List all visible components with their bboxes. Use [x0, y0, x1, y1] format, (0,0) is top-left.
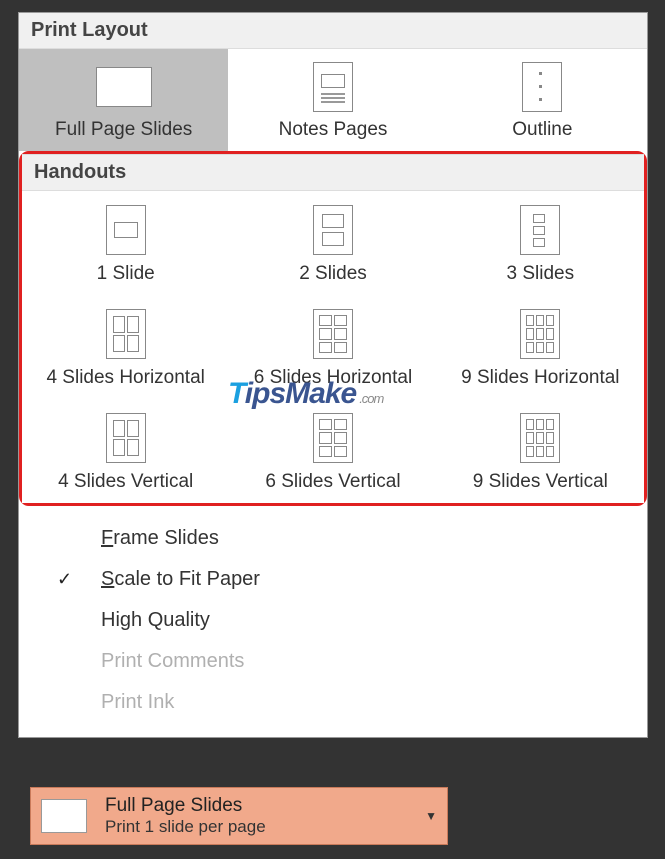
dropdown-subtitle: Print 1 slide per page — [105, 817, 417, 837]
option-scale-to-fit[interactable]: ✓ Scale to Fit Paper — [19, 559, 647, 600]
layout-dropdown[interactable]: Full Page Slides Print 1 slide per page … — [30, 787, 448, 845]
handout-4-horizontal[interactable]: 4 Slides Horizontal — [22, 295, 229, 399]
handout-6-horizontal[interactable]: 6 Slides Horizontal — [229, 295, 436, 399]
handout-label: 6 Slides Horizontal — [233, 367, 432, 389]
option-label: Scale to Fit Paper — [59, 568, 260, 591]
handout-2-slides[interactable]: 2 Slides — [229, 191, 436, 295]
option-label: High Quality — [59, 609, 210, 632]
option-frame-slides[interactable]: Frame Slides — [19, 518, 647, 559]
layout-label: Outline — [442, 119, 643, 141]
handout-3-slides[interactable]: 3 Slides — [437, 191, 644, 295]
option-print-ink: Print Ink — [19, 682, 647, 723]
options-list: Frame Slides ✓ Scale to Fit Paper High Q… — [19, 506, 647, 737]
print-layout-panel: Print Layout Full Page Slides Notes Page… — [18, 12, 648, 738]
full-page-slides-icon — [23, 63, 224, 111]
option-label: Frame Slides — [59, 527, 219, 550]
notes-pages-icon — [232, 63, 433, 111]
handout-label: 9 Slides Vertical — [441, 471, 640, 493]
handout-label: 3 Slides — [441, 263, 640, 285]
handout-9h-icon — [441, 309, 640, 359]
option-label: Print Ink — [59, 691, 174, 714]
handouts-header: Handouts — [22, 154, 644, 191]
layout-label: Notes Pages — [232, 119, 433, 141]
handout-label: 1 Slide — [26, 263, 225, 285]
print-layout-header: Print Layout — [19, 13, 647, 49]
handout-label: 4 Slides Horizontal — [26, 367, 225, 389]
handout-4v-icon — [26, 413, 225, 463]
handouts-section: Handouts 1 Slide 2 Slides — [19, 151, 647, 506]
dropdown-text: Full Page Slides Print 1 slide per page — [105, 795, 417, 836]
handout-4h-icon — [26, 309, 225, 359]
chevron-down-icon: ▼ — [425, 809, 437, 823]
handout-6-vertical[interactable]: 6 Slides Vertical — [229, 399, 436, 503]
handout-9v-icon — [441, 413, 640, 463]
handout-1-slide[interactable]: 1 Slide — [22, 191, 229, 295]
outline-icon — [442, 63, 643, 111]
dropdown-thumbnail-icon — [41, 799, 87, 833]
handout-3-slides-icon — [441, 205, 640, 255]
handout-label: 2 Slides — [233, 263, 432, 285]
handout-6h-icon — [233, 309, 432, 359]
handout-label: 4 Slides Vertical — [26, 471, 225, 493]
layout-full-page-slides[interactable]: Full Page Slides — [19, 49, 228, 151]
handout-9-horizontal[interactable]: 9 Slides Horizontal — [437, 295, 644, 399]
handout-1-slide-icon — [26, 205, 225, 255]
handout-2-slides-icon — [233, 205, 432, 255]
handout-6v-icon — [233, 413, 432, 463]
option-high-quality[interactable]: High Quality — [19, 600, 647, 641]
layout-label: Full Page Slides — [23, 119, 224, 141]
dropdown-title: Full Page Slides — [105, 795, 417, 817]
option-label: Print Comments — [59, 650, 244, 673]
handout-9-vertical[interactable]: 9 Slides Vertical — [437, 399, 644, 503]
handouts-grid: 1 Slide 2 Slides — [22, 191, 644, 503]
layout-notes-pages[interactable]: Notes Pages — [228, 49, 437, 151]
layout-outline[interactable]: Outline — [438, 49, 647, 151]
handout-label: 9 Slides Horizontal — [441, 367, 640, 389]
print-layout-row: Full Page Slides Notes Pages — [19, 49, 647, 151]
option-print-comments: Print Comments — [19, 641, 647, 682]
handout-4-vertical[interactable]: 4 Slides Vertical — [22, 399, 229, 503]
check-icon: ✓ — [57, 569, 72, 590]
handout-label: 6 Slides Vertical — [233, 471, 432, 493]
